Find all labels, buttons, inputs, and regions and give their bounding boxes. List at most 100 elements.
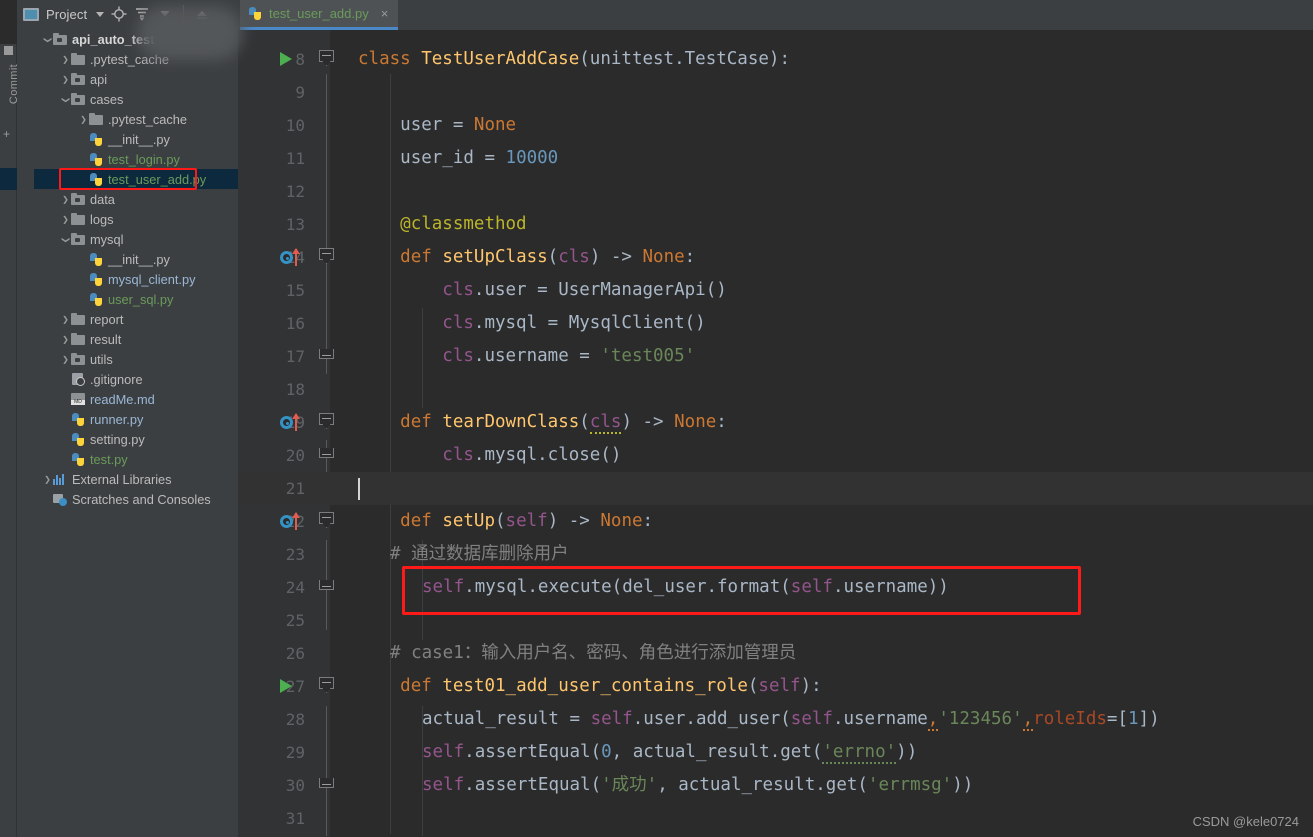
code-line[interactable]: 30 self.assertEqual('成功', actual_result.… bbox=[238, 769, 1313, 802]
code-line[interactable]: 14 def setUpClass(cls) -> None: bbox=[238, 241, 1313, 274]
fold-end-icon[interactable] bbox=[319, 448, 334, 465]
watermark-text: CSDN @kele0724 bbox=[1192, 814, 1299, 829]
tree-item--init-py[interactable]: __init__.py bbox=[34, 249, 255, 269]
module-folder-icon bbox=[71, 72, 86, 87]
code-line[interactable]: 8 class TestUserAddCase(unittest.TestCas… bbox=[238, 43, 1313, 76]
line-number: 30 bbox=[285, 776, 305, 795]
tree-item--init-py[interactable]: __init__.py bbox=[34, 129, 255, 149]
blurred-redaction-overlay bbox=[137, 6, 243, 60]
code-line[interactable]: 13 @classmethod bbox=[238, 208, 1313, 241]
code-line[interactable]: 20 cls.mysql.close() bbox=[238, 439, 1313, 472]
code-line[interactable]: 26 # case1：输入用户名、密码、角色进行添加管理员 bbox=[238, 637, 1313, 670]
code-line[interactable]: 23 # 通过数据库删除用户 bbox=[238, 538, 1313, 571]
code-line[interactable]: 31 bbox=[238, 802, 1313, 835]
code-line[interactable]: 10 user = None bbox=[238, 109, 1313, 142]
tree-item-external-libraries[interactable]: External Libraries bbox=[34, 469, 255, 489]
tree-item--gitignore[interactable]: .gitignore bbox=[34, 369, 255, 389]
project-tool-window: Project ❯ api_auto_test ❯ .pytest_cache … bbox=[17, 0, 255, 837]
tree-item-label: logs bbox=[90, 211, 114, 227]
tree-item-mysql[interactable]: mysql bbox=[34, 229, 255, 249]
tree-item-setting-py[interactable]: setting.py bbox=[34, 429, 255, 449]
tree-toggle-arrow-icon[interactable] bbox=[42, 29, 53, 50]
code-editor[interactable]: 8 class TestUserAddCase(unittest.TestCas… bbox=[238, 30, 1313, 837]
tree-item-readme-md[interactable]: readMe.md bbox=[34, 389, 255, 409]
tree-item-result[interactable]: result bbox=[34, 329, 255, 349]
strip-plus-icon[interactable]: + bbox=[3, 128, 10, 140]
tree-toggle-arrow-icon[interactable] bbox=[60, 329, 71, 350]
fold-marker-icon[interactable] bbox=[319, 512, 334, 529]
line-number: 28 bbox=[285, 710, 305, 729]
fold-end-icon[interactable] bbox=[319, 349, 334, 366]
code-line[interactable]: 17 cls.username = 'test005' bbox=[238, 340, 1313, 373]
code-line[interactable]: 28 actual_result = self.user.add_user(se… bbox=[238, 703, 1313, 736]
override-method-icon[interactable] bbox=[280, 248, 310, 267]
tab-test-user-add[interactable]: test_user_add.py × bbox=[240, 0, 399, 30]
code-text: user_id = 10000 bbox=[400, 148, 559, 168]
python-file-icon bbox=[89, 292, 104, 307]
tree-item-scratches-and-consoles[interactable]: Scratches and Consoles bbox=[34, 489, 255, 509]
tree-toggle-arrow-icon[interactable] bbox=[60, 229, 71, 250]
module-folder-icon bbox=[71, 92, 86, 107]
tree-toggle-arrow-icon[interactable] bbox=[60, 349, 71, 370]
code-line[interactable]: 22 def setUp(self) -> None: bbox=[238, 505, 1313, 538]
code-line[interactable]: 29 self.assertEqual(0, actual_result.get… bbox=[238, 736, 1313, 769]
code-line[interactable]: 11 user_id = 10000 bbox=[238, 142, 1313, 175]
tree-toggle-arrow-icon[interactable] bbox=[60, 189, 71, 210]
tree-toggle-arrow-icon[interactable] bbox=[60, 209, 71, 230]
project-file-tree[interactable]: api_auto_test.pytest_cacheapicases.pytes… bbox=[34, 29, 255, 509]
tree-toggle-arrow-icon[interactable] bbox=[42, 469, 53, 490]
chevron-down-icon[interactable] bbox=[96, 11, 105, 17]
tree-toggle-arrow-icon[interactable] bbox=[78, 109, 89, 130]
tree-item-data[interactable]: data bbox=[34, 189, 255, 209]
tree-toggle-arrow-icon[interactable] bbox=[60, 309, 71, 330]
fold-marker-icon[interactable] bbox=[319, 413, 334, 430]
tree-toggle-arrow-icon[interactable] bbox=[60, 49, 71, 70]
code-text: class TestUserAddCase(unittest.TestCase)… bbox=[358, 49, 790, 69]
locate-icon[interactable] bbox=[111, 6, 127, 22]
code-text: def test01_add_user_contains_role(self): bbox=[400, 676, 822, 696]
tree-item-report[interactable]: report bbox=[34, 309, 255, 329]
tree-item-user-sql-py[interactable]: user_sql.py bbox=[34, 289, 255, 309]
tree-item-api[interactable]: api bbox=[34, 69, 255, 89]
tree-item-label: readMe.md bbox=[90, 391, 155, 407]
tree-item-logs[interactable]: logs bbox=[34, 209, 255, 229]
code-line[interactable]: 16 cls.mysql = MysqlClient() bbox=[238, 307, 1313, 340]
run-test-icon[interactable] bbox=[280, 52, 292, 66]
code-line[interactable]: 9 bbox=[238, 76, 1313, 109]
tree-item-cases[interactable]: cases bbox=[34, 89, 255, 109]
line-number: 12 bbox=[285, 182, 305, 201]
fold-marker-icon[interactable] bbox=[319, 677, 334, 694]
tree-item-utils[interactable]: utils bbox=[34, 349, 255, 369]
code-line-active[interactable]: 21 bbox=[238, 472, 1313, 506]
run-test-icon[interactable] bbox=[280, 679, 292, 693]
tree-item--pytest-cache[interactable]: .pytest_cache bbox=[34, 109, 255, 129]
fold-marker-icon[interactable] bbox=[319, 248, 334, 265]
markdown-file-icon bbox=[71, 392, 86, 407]
code-line[interactable]: 15 cls.user = UserManagerApi() bbox=[238, 274, 1313, 307]
line-number: 15 bbox=[285, 281, 305, 300]
code-line[interactable]: 12 bbox=[238, 175, 1313, 208]
code-line[interactable]: 18 bbox=[238, 373, 1313, 406]
line-number: 29 bbox=[285, 743, 305, 762]
override-method-icon[interactable] bbox=[280, 413, 310, 432]
fold-marker-icon[interactable] bbox=[319, 50, 334, 67]
tree-toggle-arrow-icon[interactable] bbox=[60, 69, 71, 90]
tree-item-test-login-py[interactable]: test_login.py bbox=[34, 149, 255, 169]
code-line[interactable]: 19 def tearDownClass(cls) -> None: bbox=[238, 406, 1313, 439]
code-line[interactable]: 25 bbox=[238, 604, 1313, 637]
override-method-icon[interactable] bbox=[280, 512, 310, 531]
project-icon bbox=[23, 7, 39, 21]
tree-item-mysql-client-py[interactable]: mysql_client.py bbox=[34, 269, 255, 289]
code-line[interactable]: 24 self.mysql.execute(del_user.format(se… bbox=[238, 571, 1313, 604]
close-icon[interactable]: × bbox=[381, 6, 389, 21]
tree-item-test-user-add-py[interactable]: test_user_add.py bbox=[34, 169, 255, 189]
tab-filename: test_user_add.py bbox=[269, 6, 369, 21]
fold-end-icon[interactable] bbox=[319, 778, 334, 795]
tree-item-label: .pytest_cache bbox=[108, 111, 187, 127]
code-line[interactable]: 27 def test01_add_user_contains_role(sel… bbox=[238, 670, 1313, 703]
fold-end-icon[interactable] bbox=[319, 580, 334, 597]
tree-item-label: __init__.py bbox=[108, 131, 170, 147]
tree-item-test-py[interactable]: test.py bbox=[34, 449, 255, 469]
tree-item-runner-py[interactable]: runner.py bbox=[34, 409, 255, 429]
tree-toggle-arrow-icon[interactable] bbox=[60, 89, 71, 110]
